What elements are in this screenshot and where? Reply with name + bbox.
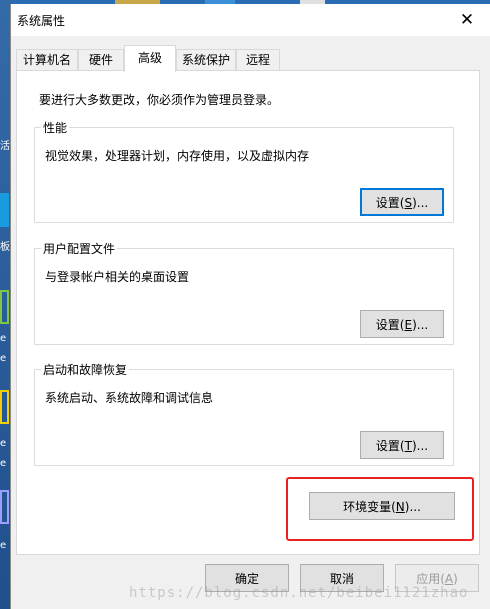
startup-recovery-settings-button[interactable]: 设置(T)... <box>360 431 444 459</box>
user-profiles-description: 与登录帐户相关的桌面设置 <box>45 270 190 284</box>
startup-recovery-group: 启动和故障恢复 系统启动、系统故障和调试信息 设置(T)... <box>34 361 454 466</box>
tab-hardware[interactable]: 硬件 <box>78 49 124 71</box>
tab-remote[interactable]: 远程 <box>236 49 280 71</box>
system-properties-dialog: 系统属性 ✕ 计算机名 硬件 高级 系统保护 远程 要进行大多数更改，你必须作为… <box>10 4 490 609</box>
window-title: 系统属性 <box>17 14 66 28</box>
desktop-icon[interactable] <box>0 193 9 227</box>
title-bar: 系统属性 ✕ <box>11 4 490 36</box>
startup-recovery-description: 系统启动、系统故障和调试信息 <box>45 391 214 405</box>
user-profiles-settings-button[interactable]: 设置(E)... <box>360 310 444 338</box>
watermark: https://blog.csdn.net/beibei1121zhao <box>129 585 469 601</box>
close-icon[interactable]: ✕ <box>444 4 490 36</box>
tab-computer-name[interactable]: 计算机名 <box>16 49 78 71</box>
desktop-label-fragment: 板 <box>0 242 10 253</box>
desktop-label-fragment: e <box>0 333 7 344</box>
desktop-icon[interactable] <box>0 490 9 524</box>
user-profiles-group-title: 用户配置文件 <box>41 240 118 257</box>
environment-variables-button[interactable]: 环境变量(N)... <box>309 492 455 520</box>
desktop-label-fragment: e <box>0 540 7 551</box>
tab-system-protection[interactable]: 系统保护 <box>176 49 236 71</box>
advanced-tab-panel: 要进行大多数更改，你必须作为管理员登录。 性能 视觉效果，处理器计划，内存使用，… <box>16 70 480 555</box>
performance-group: 性能 视觉效果，处理器计划，内存使用，以及虚拟内存 设置(S)... <box>34 119 454 223</box>
desktop-label-fragment: e <box>0 353 7 364</box>
performance-description: 视觉效果，处理器计划，内存使用，以及虚拟内存 <box>45 149 310 163</box>
user-profiles-group: 用户配置文件 与登录帐户相关的桌面设置 设置(E)... <box>34 240 454 345</box>
desktop-label-fragment: 活 <box>0 141 10 152</box>
desktop-label-fragment: e <box>0 438 7 449</box>
performance-settings-button[interactable]: 设置(S)... <box>360 188 444 216</box>
tab-advanced[interactable]: 高级 <box>124 45 176 72</box>
desktop-label-fragment: e <box>0 458 7 469</box>
performance-group-title: 性能 <box>41 119 70 136</box>
startup-recovery-group-title: 启动和故障恢复 <box>41 361 130 378</box>
admin-note: 要进行大多数更改，你必须作为管理员登录。 <box>39 93 280 107</box>
desktop-icon[interactable] <box>0 390 9 424</box>
desktop-icon[interactable] <box>0 290 9 324</box>
